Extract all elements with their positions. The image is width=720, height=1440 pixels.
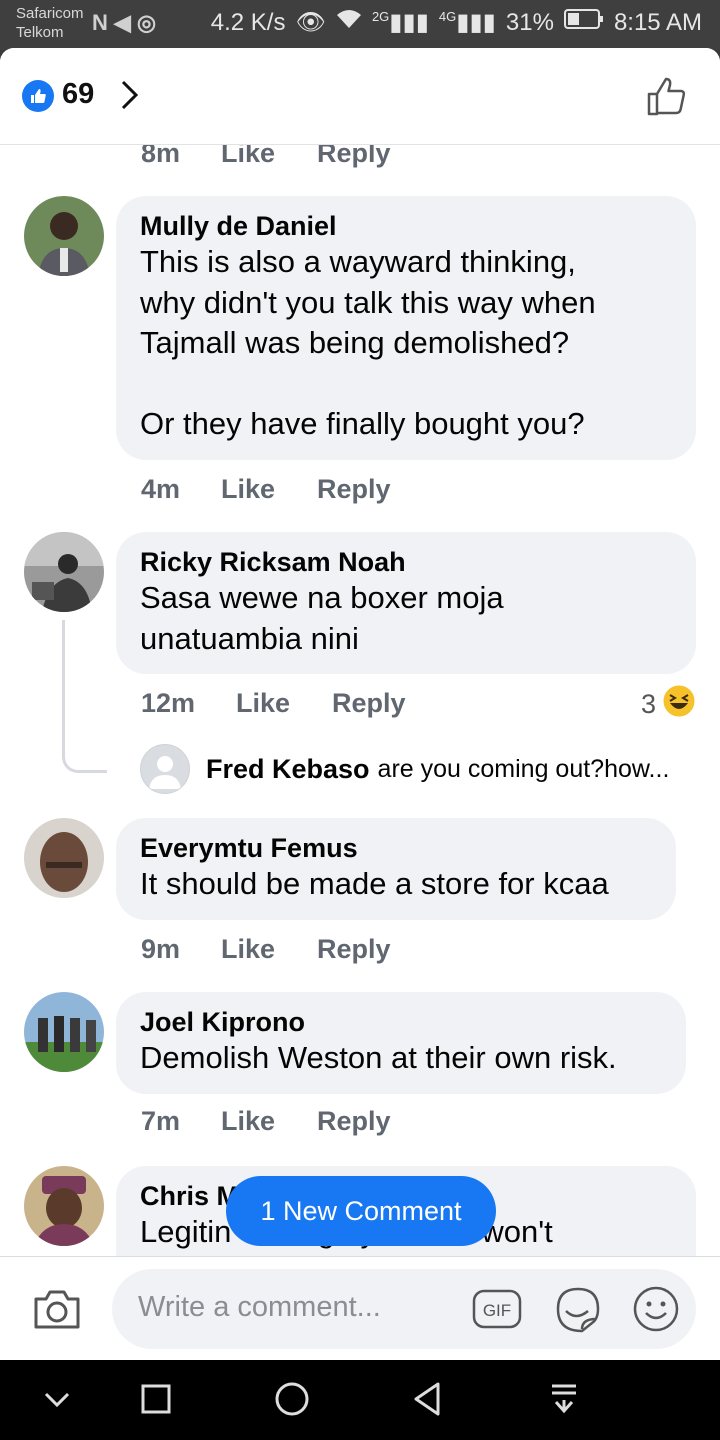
comment-input[interactable]: Write a comment... GIF [112, 1269, 696, 1349]
commenter-name[interactable]: Ricky Ricksam Noah [140, 546, 672, 578]
thumbs-up-outline-icon[interactable] [646, 75, 688, 122]
comment-meta: 7m Like Reply [141, 1106, 391, 1137]
like-link[interactable]: Like [236, 688, 332, 719]
comment-text: Sasa wewe na boxer moja unatuambia nini [140, 580, 504, 656]
comment-feed: 8m Like Reply Mully de Daniel This is al… [0, 144, 720, 1256]
reply-preview[interactable]: Fred Kebaso are you coming out?how... [140, 744, 669, 794]
reply-link[interactable]: Reply [332, 688, 406, 719]
sticker-icon[interactable] [552, 1285, 602, 1338]
reaction-count[interactable]: 69 [62, 78, 94, 111]
avatar[interactable] [24, 818, 104, 898]
comment-placeholder: Write a comment... [138, 1291, 381, 1323]
eye-icon: 👁 [295, 9, 326, 36]
like-link[interactable]: Like [221, 934, 317, 965]
carrier-2: Telkom [16, 24, 64, 41]
reply-text: are you coming out?how... [377, 754, 670, 783]
avatar[interactable] [24, 196, 104, 276]
new-comment-pill[interactable]: 1 New Comment [226, 1176, 496, 1246]
chevron-right-icon[interactable] [118, 78, 142, 117]
avatar[interactable] [24, 992, 104, 1072]
battery-percent: 31% [505, 8, 554, 36]
nav-notification-icon[interactable] [548, 1380, 580, 1425]
like-link[interactable]: Like [221, 474, 317, 505]
comment-bubble[interactable]: Mully de Daniel This is also a wayward t… [116, 196, 696, 460]
commenter-name[interactable]: Everymtu Femus [140, 832, 652, 864]
comment-text: Demolish Weston at their own risk. [140, 1040, 617, 1075]
comment-text: This is also a wayward thinking, why did… [140, 244, 596, 441]
avatar[interactable] [24, 1166, 104, 1246]
signal-1: 2G▮▮▮ [371, 9, 429, 36]
comment-composer: Write a comment... GIF [0, 1256, 720, 1360]
whatsapp-icon: ◎ [136, 10, 163, 35]
comment-meta: 4m Like Reply [141, 474, 391, 505]
like-badge-icon [22, 80, 54, 112]
nav-hide-icon[interactable] [42, 1380, 72, 1425]
notification-icons: N◀◎ [92, 10, 162, 36]
comment-time: 12m [141, 688, 196, 718]
comment-time: 9m [141, 934, 181, 964]
net-speed: 4.2 K/s [210, 8, 286, 36]
comment-bubble[interactable]: Ricky Ricksam Noah Sasa wewe na boxer mo… [116, 532, 696, 674]
wifi-icon [336, 8, 362, 37]
gif-icon[interactable]: GIF [472, 1287, 522, 1336]
like-link[interactable]: Like [221, 1106, 317, 1137]
carrier-labels: Safaricom Telkom [16, 4, 84, 42]
comment-time: 7m [141, 1106, 181, 1136]
system-nav-bar [0, 1360, 720, 1440]
reaction-summary[interactable]: 3 [641, 684, 696, 725]
default-avatar-icon [140, 744, 190, 794]
emoji-icon[interactable] [632, 1285, 680, 1338]
commenter-name[interactable]: Joel Kiprono [140, 1006, 662, 1038]
reply-author[interactable]: Fred Kebaso [206, 754, 370, 785]
comment-text: It should be made a store for kcaa [140, 866, 609, 901]
haha-reaction-icon [662, 684, 696, 725]
reaction-count: 3 [640, 689, 656, 719]
status-right: 4.2 K/s 👁 2G▮▮▮ 4G▮▮▮ 31% 8:15 AM [211, 8, 702, 37]
svg-text:GIF: GIF [483, 1301, 511, 1320]
comment-meta: 12m Like Reply [141, 688, 406, 719]
comment-bubble[interactable]: Everymtu Femus It should be made a store… [116, 818, 676, 920]
send-icon: ◀ [113, 10, 137, 35]
reactions-header[interactable]: 69 [0, 48, 720, 145]
comments-sheet: 69 8m Like Reply Mully de Daniel This is… [0, 48, 720, 1360]
comment-time: 8m [141, 144, 181, 168]
comment-meta: 9m Like Reply [141, 934, 391, 965]
status-bar: Safaricom Telkom N◀◎ 4.2 K/s 👁 2G▮▮▮ 4G▮… [0, 0, 720, 50]
reply-thread-line [62, 620, 107, 773]
reply-link[interactable]: Reply [317, 474, 391, 505]
comment-meta: 8m Like Reply [141, 144, 391, 169]
nav-home-icon[interactable] [274, 1380, 310, 1425]
battery-icon [563, 8, 604, 37]
comment-time: 4m [141, 474, 181, 504]
reply-link[interactable]: Reply [317, 1106, 391, 1137]
nav-recents-icon[interactable] [140, 1380, 172, 1425]
commenter-name[interactable]: Mully de Daniel [140, 210, 672, 242]
comment-bubble[interactable]: Joel Kiprono Demolish Weston at their ow… [116, 992, 686, 1094]
reply-link[interactable]: Reply [317, 934, 391, 965]
clock: 8:15 AM [613, 8, 702, 36]
carrier-1: Safaricom [16, 5, 84, 22]
camera-icon[interactable] [32, 1287, 82, 1336]
nav-back-icon[interactable] [410, 1380, 444, 1425]
like-link[interactable]: Like [221, 144, 317, 169]
avatar[interactable] [24, 532, 104, 612]
reply-link[interactable]: Reply [317, 144, 391, 169]
nfc-icon: N [92, 10, 114, 35]
signal-2: 4G▮▮▮ [438, 9, 496, 36]
